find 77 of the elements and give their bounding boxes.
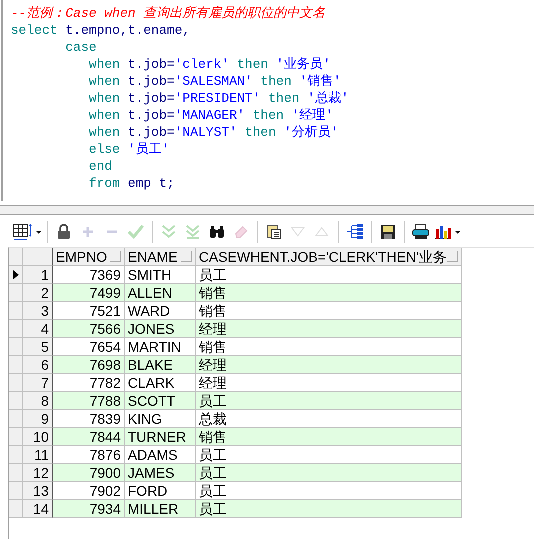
code-comment: --范例：Case when 查询出所有雇员的职位的中文名 bbox=[11, 6, 326, 21]
code-identifier: t.job= bbox=[128, 91, 175, 106]
table-cell: TURNER bbox=[125, 428, 196, 446]
code-keyword: else bbox=[88, 142, 122, 157]
code-keyword: case bbox=[64, 40, 97, 55]
table-cell: BLAKE bbox=[125, 356, 196, 374]
code-keyword: when bbox=[88, 91, 122, 106]
table-cell: 经理 bbox=[196, 320, 462, 338]
table-cell: JONES bbox=[125, 320, 196, 338]
code-identifier: t.job= bbox=[128, 125, 175, 140]
code-keyword: from bbox=[88, 176, 122, 191]
table-cell: 7934 bbox=[53, 500, 125, 518]
row-number: 10 bbox=[23, 428, 53, 446]
code-string: '业务员' bbox=[276, 57, 331, 72]
code-identifier: t.empno,t.ename, bbox=[66, 23, 190, 38]
row-number: 2 bbox=[23, 284, 53, 302]
code-keyword: end bbox=[88, 159, 112, 174]
table-cell: 7698 bbox=[53, 356, 125, 374]
grid-layout-icon[interactable] bbox=[12, 221, 42, 243]
code-keyword: then bbox=[236, 57, 270, 72]
row-number: 7 bbox=[23, 374, 53, 392]
table-cell: ALLEN bbox=[125, 284, 196, 302]
code-keyword: when bbox=[88, 125, 122, 140]
table-cell: 7499 bbox=[53, 284, 125, 302]
code-keyword: then bbox=[267, 91, 301, 106]
code-string: 'SALESMAN' bbox=[174, 74, 253, 89]
code-keyword: when bbox=[88, 57, 122, 72]
table-cell: MILLER bbox=[125, 500, 196, 518]
row-number-header bbox=[23, 248, 53, 266]
table-cell: 7788 bbox=[53, 392, 125, 410]
row-number: 8 bbox=[23, 392, 53, 410]
row-number: 3 bbox=[23, 302, 53, 320]
table-cell: 7900 bbox=[53, 464, 125, 482]
code-identifier: t.job= bbox=[128, 74, 175, 89]
code-string: '销售' bbox=[300, 74, 342, 89]
header-corner bbox=[9, 248, 23, 266]
code-string: 'NALYST' bbox=[174, 125, 238, 140]
row-number: 4 bbox=[23, 320, 53, 338]
code-string: 'PRESIDENT' bbox=[174, 91, 261, 106]
table-cell: 7566 bbox=[53, 320, 125, 338]
code-identifier: emp t; bbox=[128, 176, 175, 191]
code-identifier: t.job= bbox=[128, 108, 175, 123]
table-cell: 7844 bbox=[53, 428, 125, 446]
row-number: 11 bbox=[23, 446, 53, 464]
code-string: '经理' bbox=[292, 108, 334, 123]
column-header[interactable]: ENAME bbox=[125, 248, 196, 266]
code-string: 'MANAGER' bbox=[174, 108, 246, 123]
table-cell: 经理 bbox=[196, 356, 462, 374]
code-keyword: select bbox=[11, 23, 59, 38]
code-string: '员工' bbox=[128, 142, 170, 157]
row-indicator[interactable] bbox=[9, 266, 23, 284]
table-cell: 员工 bbox=[196, 392, 462, 410]
row-number: 6 bbox=[23, 356, 53, 374]
row-number: 9 bbox=[23, 410, 53, 428]
row-number: 14 bbox=[23, 500, 53, 518]
code-keyword: when bbox=[88, 108, 122, 123]
table-cell: 员工 bbox=[196, 464, 462, 482]
splitter-bar[interactable] bbox=[0, 205, 534, 215]
row-number: 1 bbox=[23, 266, 53, 284]
row-number: 12 bbox=[23, 464, 53, 482]
code-string: '分析员' bbox=[284, 125, 339, 140]
column-header[interactable]: EMPNO bbox=[53, 248, 125, 266]
code-keyword: then bbox=[244, 125, 278, 140]
code-string: 'clerk' bbox=[174, 57, 230, 72]
code-keyword: when bbox=[88, 74, 122, 89]
row-number: 13 bbox=[23, 482, 53, 500]
code-keyword: then bbox=[252, 108, 286, 123]
table-cell: 员工 bbox=[196, 500, 462, 518]
table-cell: JAMES bbox=[125, 464, 196, 482]
table-cell: SCOTT bbox=[125, 392, 196, 410]
table-cell: 销售 bbox=[196, 284, 462, 302]
code-identifier: t.job= bbox=[128, 57, 175, 72]
table-cell: 销售 bbox=[196, 428, 462, 446]
code-keyword: then bbox=[260, 74, 293, 89]
code-string: '总裁' bbox=[307, 91, 350, 106]
row-number: 5 bbox=[23, 338, 53, 356]
column-header[interactable]: CASEWHENT.JOB='CLERK'THEN'业务 bbox=[196, 248, 462, 266]
